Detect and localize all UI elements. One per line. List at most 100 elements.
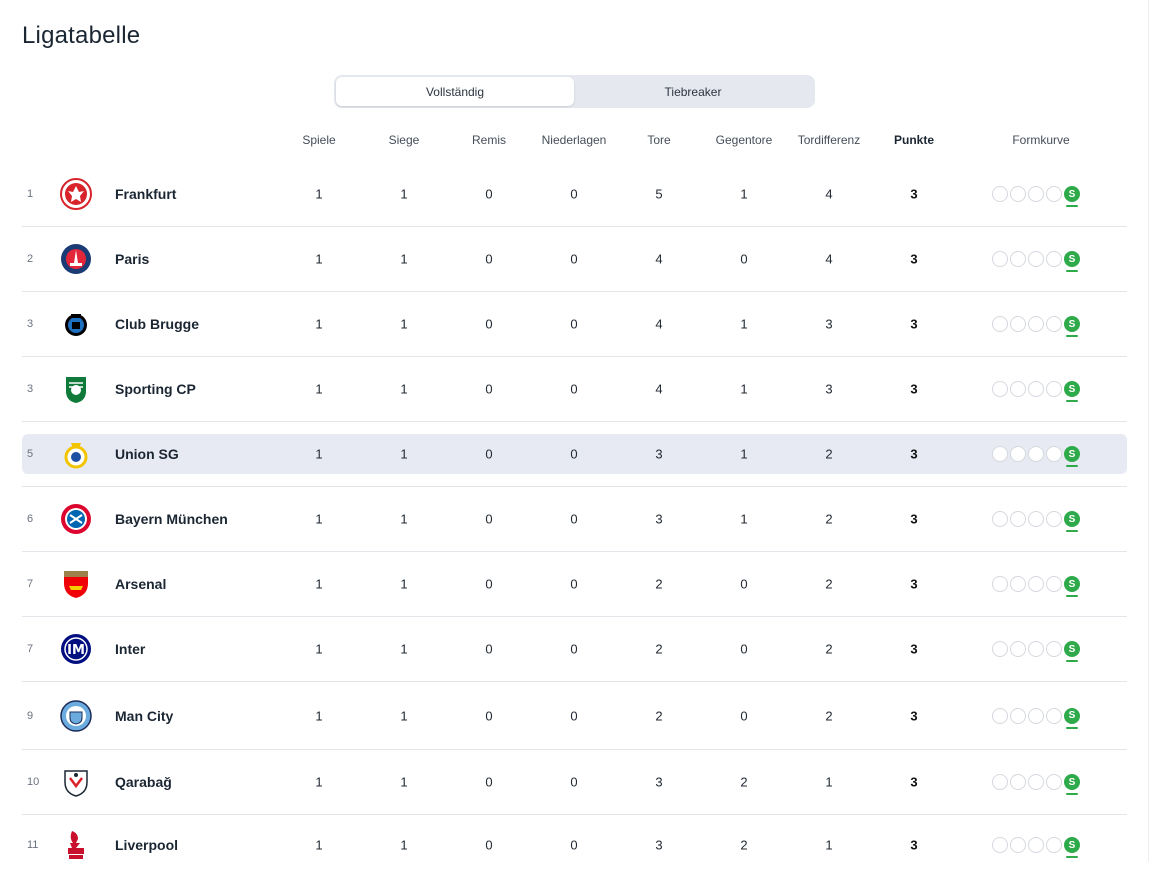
table-row[interactable]: 6 Bayern München 1 1 0 0 3 1 2 3 S bbox=[22, 487, 1127, 552]
table-row[interactable]: 11 Liverpool 1 1 0 0 3 2 1 3 S bbox=[22, 815, 1127, 875]
team-name[interactable]: Qarabağ bbox=[115, 774, 172, 790]
table-row[interactable]: 3 Club Brugge 1 1 0 0 4 1 3 3 S bbox=[22, 292, 1127, 357]
table-row[interactable]: 5 Union SG 1 1 0 0 3 1 2 3 S bbox=[22, 422, 1127, 487]
header-played[interactable]: Spiele bbox=[274, 133, 364, 147]
form-empty-icon bbox=[1028, 446, 1044, 462]
goals-for-value: 3 bbox=[655, 837, 663, 853]
rank: 1 bbox=[27, 188, 34, 200]
goal-diff-value: 4 bbox=[825, 251, 833, 267]
drawn-value: 0 bbox=[485, 837, 493, 853]
form-win-badge[interactable]: S bbox=[1064, 316, 1080, 337]
header-lost[interactable]: Niederlagen bbox=[529, 133, 619, 147]
table-row[interactable]: 7 IM Inter 1 1 0 0 2 0 2 3 S bbox=[22, 617, 1127, 682]
won-value: 1 bbox=[400, 641, 408, 657]
form-win-badge[interactable]: S bbox=[1064, 511, 1080, 532]
goals-against-value: 1 bbox=[740, 316, 748, 332]
form-curve: S bbox=[992, 446, 1080, 467]
form-curve: S bbox=[992, 186, 1080, 207]
lost-value: 0 bbox=[570, 511, 578, 527]
rank: 2 bbox=[27, 253, 34, 265]
table-row[interactable]: 1 Frankfurt 1 1 0 0 5 1 4 3 S bbox=[22, 162, 1127, 227]
table-row[interactable]: 3 Sporting CP 1 1 0 0 4 1 3 3 S bbox=[22, 357, 1127, 422]
team-name[interactable]: Club Brugge bbox=[115, 316, 199, 332]
played-value: 1 bbox=[315, 446, 323, 462]
form-empty-icon bbox=[1010, 774, 1026, 790]
goals-against-value: 2 bbox=[740, 837, 748, 853]
table-row[interactable]: 10 Qarabağ 1 1 0 0 3 2 1 3 S bbox=[22, 750, 1127, 815]
form-empty-icon bbox=[1010, 446, 1026, 462]
team-name[interactable]: Union SG bbox=[115, 446, 179, 462]
form-empty-icon bbox=[992, 316, 1008, 332]
played-value: 1 bbox=[315, 708, 323, 723]
form-win-badge[interactable]: S bbox=[1064, 381, 1080, 402]
rank: 7 bbox=[27, 643, 34, 655]
won-value: 1 bbox=[400, 774, 408, 790]
table-row[interactable]: 7 Arsenal 1 1 0 0 2 0 2 3 S bbox=[22, 552, 1127, 617]
lost-value: 0 bbox=[570, 641, 578, 657]
rank: 6 bbox=[27, 513, 34, 525]
form-empty-icon bbox=[1028, 381, 1044, 397]
form-win-badge[interactable]: S bbox=[1064, 707, 1080, 729]
goal-diff-value: 1 bbox=[825, 774, 833, 790]
goals-against-value: 0 bbox=[740, 641, 748, 657]
form-win-badge[interactable]: S bbox=[1064, 186, 1080, 207]
tab-vollstaendig[interactable]: Vollständig bbox=[336, 77, 574, 106]
form-win-badge[interactable]: S bbox=[1064, 774, 1080, 795]
team-name[interactable]: Arsenal bbox=[115, 576, 166, 592]
form-empty-icon bbox=[1028, 641, 1044, 657]
lost-value: 0 bbox=[570, 837, 578, 853]
form-curve: S bbox=[992, 707, 1080, 729]
form-empty-icon bbox=[1010, 186, 1026, 202]
goals-for-value: 2 bbox=[655, 641, 663, 657]
table-row[interactable]: 2 Paris 1 1 0 0 4 0 4 3 S bbox=[22, 227, 1127, 292]
points-value: 3 bbox=[910, 381, 918, 397]
form-empty-icon bbox=[1010, 576, 1026, 592]
team-name[interactable]: Man City bbox=[115, 708, 173, 724]
header-goal-diff[interactable]: Tordifferenz bbox=[784, 133, 874, 147]
form-win-badge[interactable]: S bbox=[1064, 576, 1080, 597]
rank: 11 bbox=[27, 839, 39, 851]
header-goals-against[interactable]: Gegentore bbox=[699, 133, 789, 147]
table-row[interactable]: 9 Man City 1 1 0 0 2 0 2 3 S bbox=[22, 682, 1127, 750]
page-title: Ligatabelle bbox=[22, 22, 141, 49]
won-value: 1 bbox=[400, 316, 408, 332]
form-win-badge[interactable]: S bbox=[1064, 446, 1080, 467]
tab-tiebreaker[interactable]: Tiebreaker bbox=[574, 77, 812, 106]
goals-for-value: 5 bbox=[655, 186, 663, 202]
form-empty-icon bbox=[1046, 316, 1062, 332]
header-form: Formkurve bbox=[1012, 133, 1070, 147]
form-empty-icon bbox=[1010, 316, 1026, 332]
header-points[interactable]: Punkte bbox=[869, 133, 959, 147]
points-value: 3 bbox=[910, 641, 918, 657]
form-empty-icon bbox=[992, 251, 1008, 267]
form-empty-icon bbox=[1028, 837, 1044, 853]
lost-value: 0 bbox=[570, 576, 578, 592]
header-goals-for[interactable]: Tore bbox=[614, 133, 704, 147]
team-name[interactable]: Paris bbox=[115, 251, 149, 267]
played-value: 1 bbox=[315, 576, 323, 592]
form-empty-icon bbox=[1046, 641, 1062, 657]
form-win-badge[interactable]: S bbox=[1064, 641, 1080, 662]
form-empty-icon bbox=[992, 707, 1008, 724]
team-name[interactable]: Inter bbox=[115, 641, 145, 657]
lost-value: 0 bbox=[570, 251, 578, 267]
rank: 3 bbox=[27, 383, 34, 395]
qarabag-crest-icon bbox=[60, 766, 92, 798]
points-value: 3 bbox=[910, 511, 918, 527]
form-empty-icon bbox=[1046, 446, 1062, 462]
goal-diff-value: 2 bbox=[825, 576, 833, 592]
header-won[interactable]: Siege bbox=[359, 133, 449, 147]
goal-diff-value: 3 bbox=[825, 316, 833, 332]
form-empty-icon bbox=[992, 446, 1008, 462]
team-name[interactable]: Frankfurt bbox=[115, 186, 176, 202]
won-value: 1 bbox=[400, 186, 408, 202]
mancity-crest-icon bbox=[60, 699, 92, 732]
points-value: 3 bbox=[910, 774, 918, 790]
form-win-badge[interactable]: S bbox=[1064, 251, 1080, 272]
team-name[interactable]: Liverpool bbox=[115, 837, 178, 853]
team-name[interactable]: Bayern München bbox=[115, 511, 228, 527]
team-name[interactable]: Sporting CP bbox=[115, 381, 196, 397]
drawn-value: 0 bbox=[485, 511, 493, 527]
header-drawn[interactable]: Remis bbox=[444, 133, 534, 147]
form-win-badge[interactable]: S bbox=[1064, 837, 1080, 858]
